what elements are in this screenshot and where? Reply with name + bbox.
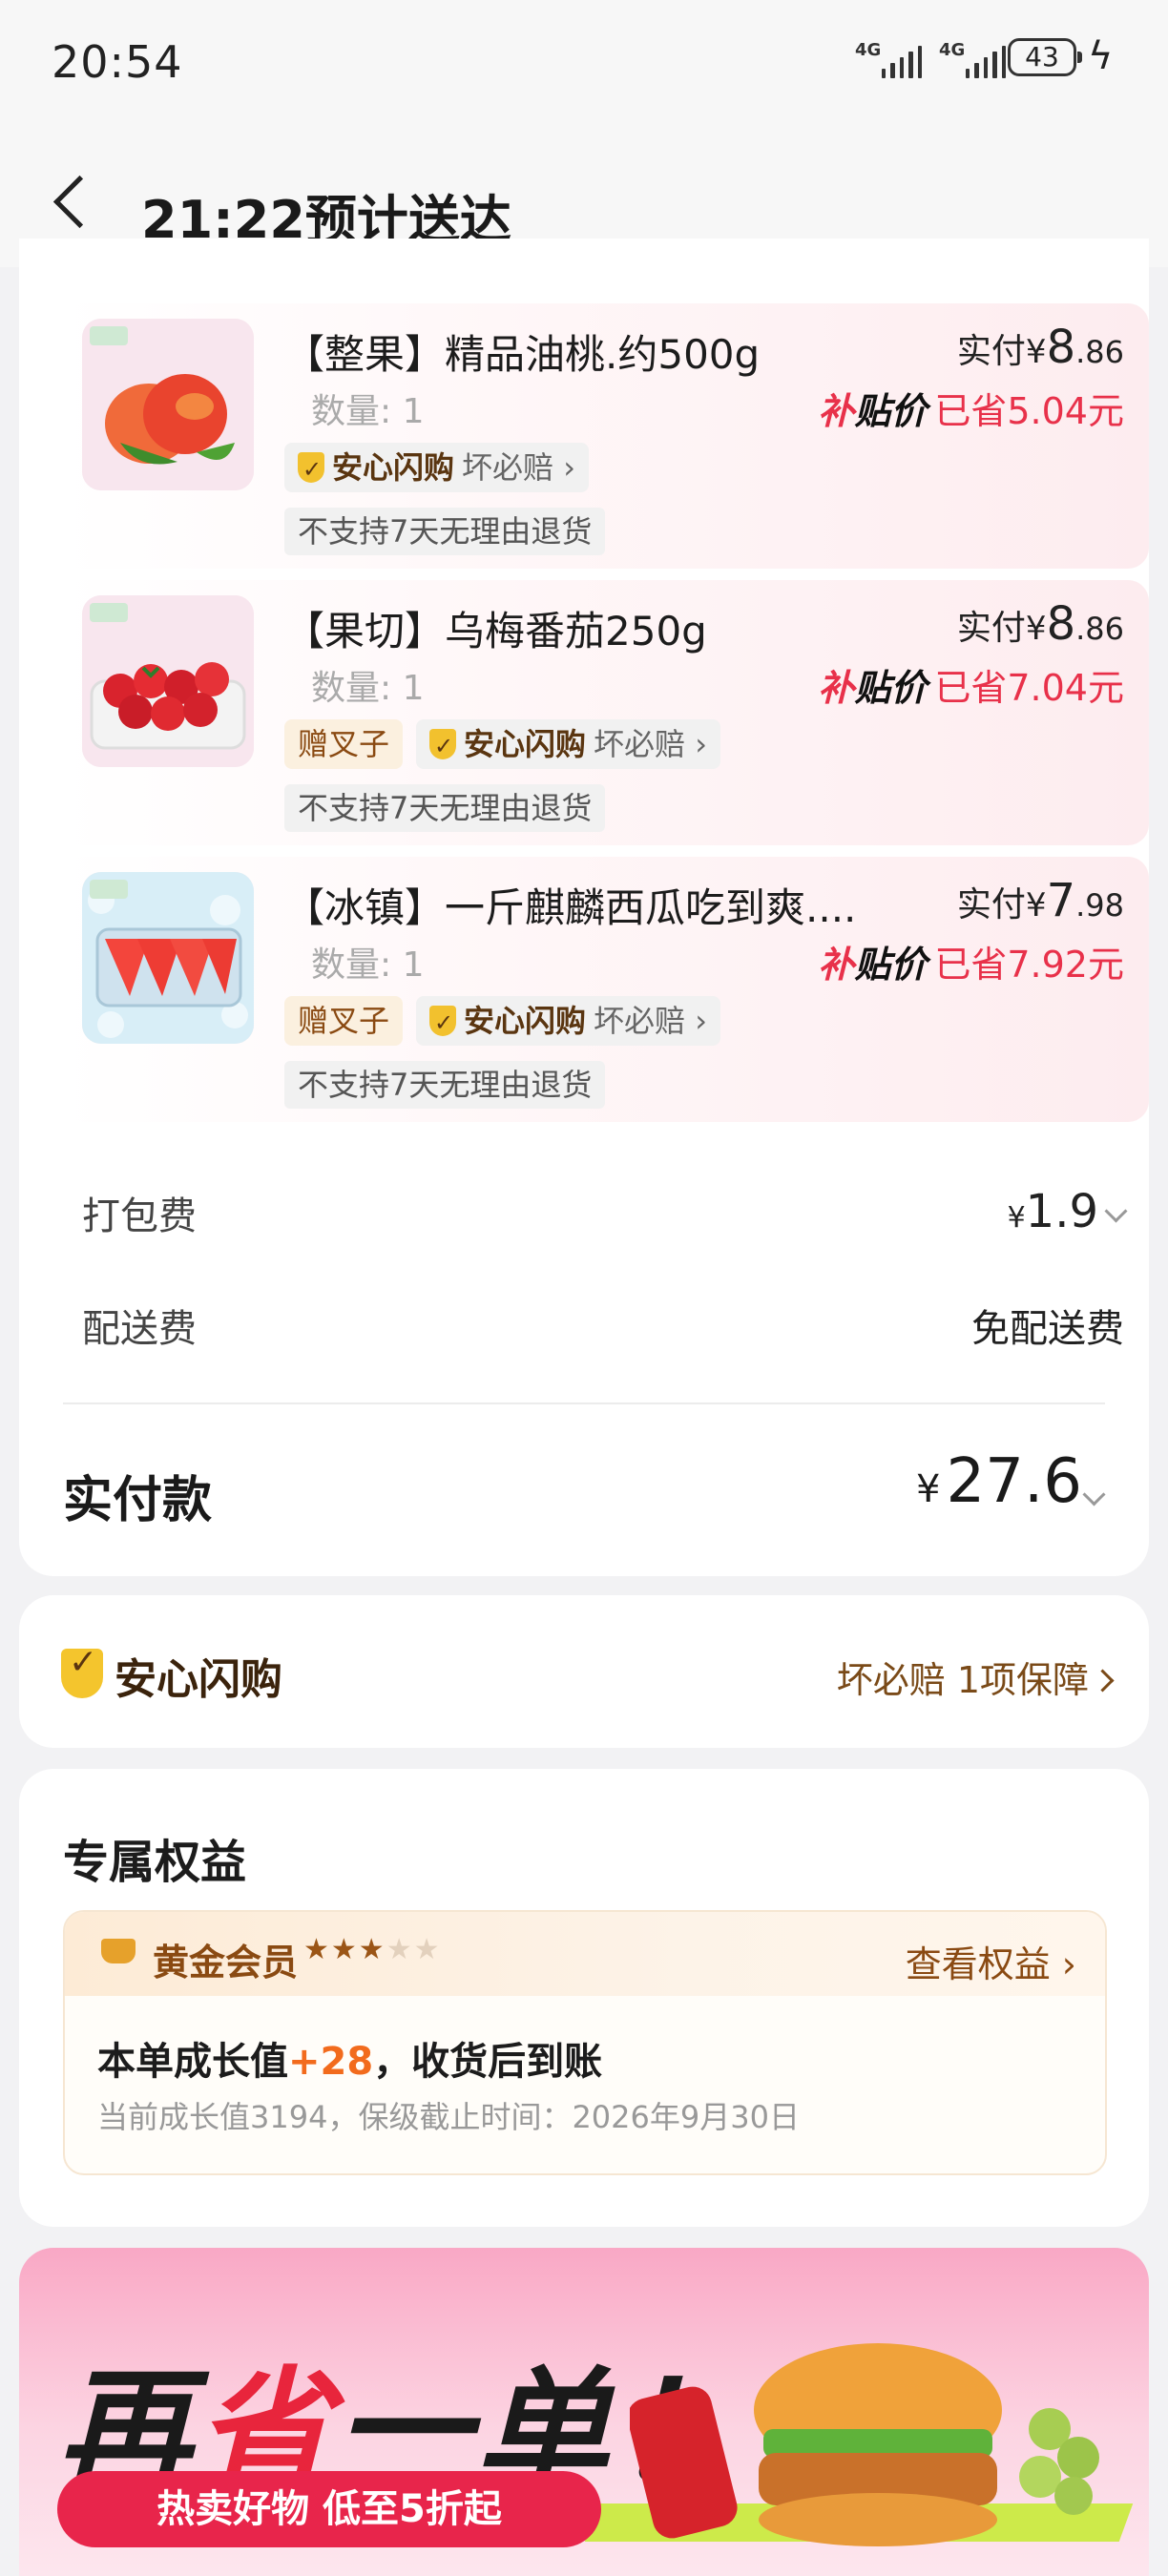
- delivery-fee-label: 配送费: [82, 1307, 197, 1351]
- member-level: 黄金会员: [153, 1942, 299, 1984]
- food-illustration: [630, 2343, 1099, 2546]
- exclusive-rights-card: 专属权益 黄金会员 ★★★★★ 查看权益 › 本单成长值+28，收货后到账 当前…: [19, 1769, 1149, 2227]
- clock: 20:54: [52, 36, 183, 88]
- subsidy-price-tag: 补贴价: [818, 390, 928, 432]
- packing-fee-row[interactable]: 打包费 ¥1.9: [82, 1185, 1128, 1240]
- subsidy-row: 补贴价 已省5.04元: [818, 390, 1124, 432]
- list-item[interactable]: 【整果】精品油桃.约500g 数量: 1 实付¥8.86 补贴价 已省5.04元 …: [61, 303, 1149, 569]
- safe-buy-title: 安心闪购: [115, 1655, 282, 1704]
- product-name: 【冰镇】一斤麒麟西瓜吃到爽....: [284, 884, 857, 931]
- growth-subtext: 当前成长值3194，保级截止时间：2026年9月30日: [97, 2099, 800, 2135]
- tag-row: 赠叉子 安心闪购 坏必赔 ›: [284, 996, 721, 1048]
- total-value[interactable]: ¥27.6: [916, 1446, 1082, 1517]
- safe-buy-guarantee[interactable]: 坏必赔 1项保障: [837, 1651, 1115, 1703]
- banner-pill[interactable]: 热卖好物 低至5折起: [57, 2471, 601, 2547]
- gold-member-panel: 黄金会员 ★★★★★ 查看权益 › 本单成长值+28，收货后到账 当前成长值31…: [63, 1910, 1107, 2175]
- gold-member-header: 黄金会员 ★★★★★ 查看权益 ›: [65, 1912, 1105, 1996]
- gift-chip: 赠叉子: [284, 719, 404, 769]
- growth-value: 本单成长值+28，收货后到账: [97, 2040, 603, 2084]
- safe-buy-chip[interactable]: 安心闪购 坏必赔 ›: [284, 443, 589, 494]
- shield-check-icon: [429, 998, 457, 1048]
- product-image-peach[interactable]: [82, 319, 254, 490]
- tag-row: 安心闪购 坏必赔 ›: [284, 443, 589, 494]
- tag-row: 赠叉子 安心闪购 坏必赔 ›: [284, 719, 721, 771]
- safe-buy-chip[interactable]: 安心闪购 坏必赔 ›: [416, 719, 721, 771]
- gift-chip: 赠叉子: [284, 996, 404, 1046]
- paid-price: 实付¥7.98: [956, 874, 1124, 927]
- paid-price: 实付¥8.86: [956, 321, 1124, 374]
- subsidy-row: 补贴价 已省7.04元: [818, 667, 1124, 709]
- section-title: 专属权益: [63, 1836, 247, 1889]
- product-image-watermelon[interactable]: [82, 872, 254, 1044]
- product-image-tomato[interactable]: [82, 595, 254, 767]
- no-return-badge: 不支持7天无理由退货: [284, 784, 606, 832]
- delivery-fee-value: 免配送费: [971, 1307, 1124, 1351]
- back-icon[interactable]: [52, 175, 107, 229]
- packing-fee-label: 打包费: [82, 1195, 197, 1238]
- shield-check-icon: [61, 1643, 103, 1698]
- view-rights-link[interactable]: 查看权益 ›: [906, 1935, 1076, 1987]
- no-return-badge: 不支持7天无理由退货: [284, 508, 606, 555]
- subsidy-price-tag: 补贴价: [818, 667, 928, 709]
- packing-fee-value: ¥1.9: [1008, 1185, 1128, 1238]
- list-item[interactable]: 【果切】乌梅番茄250g 数量: 1 实付¥8.86 补贴价 已省7.04元 赠叉…: [61, 580, 1149, 845]
- battery-icon: 43: [1008, 38, 1082, 76]
- subsidy-row: 补贴价 已省7.92元: [818, 944, 1124, 986]
- product-qty: 数量: 1: [311, 392, 425, 431]
- no-return-badge: 不支持7天无理由退货: [284, 1061, 606, 1109]
- shield-check-icon: [298, 445, 324, 494]
- member-stars: ★★★★★: [303, 1933, 442, 1966]
- list-item[interactable]: 【冰镇】一斤麒麟西瓜吃到爽.... 数量: 1 实付¥7.98 补贴价 已省7.9…: [61, 857, 1149, 1122]
- promo-banner[interactable]: 再省一单！ 热卖好物 低至5折起: [19, 2248, 1149, 2576]
- paid-price: 实付¥8.86: [956, 597, 1124, 651]
- safe-buy-chip[interactable]: 安心闪购 坏必赔 ›: [416, 996, 721, 1048]
- charging-icon: ϟ: [1088, 34, 1114, 78]
- signal-icon-2: 4G: [939, 36, 1007, 78]
- product-name: 【果切】乌梅番茄250g: [284, 608, 707, 654]
- product-name: 【整果】精品油桃.约500g: [284, 331, 761, 378]
- order-card: 【整果】精品油桃.约500g 数量: 1 实付¥8.86 补贴价 已省5.04元 …: [19, 239, 1149, 1576]
- shield-check-icon: [429, 721, 457, 771]
- delivery-fee-row: 配送费 免配送费: [82, 1298, 1124, 1353]
- chevron-down-icon: [1104, 1199, 1128, 1223]
- signal-icon: 4G: [855, 36, 923, 78]
- product-qty: 数量: 1: [311, 945, 425, 985]
- product-qty: 数量: 1: [311, 669, 425, 708]
- subsidy-price-tag: 补贴价: [818, 944, 928, 986]
- total-label: 实付款: [63, 1472, 213, 1529]
- chevron-right-icon: [1091, 1669, 1115, 1693]
- divider: [63, 1402, 1105, 1404]
- safe-buy-card[interactable]: 安心闪购 坏必赔 1项保障: [19, 1595, 1149, 1748]
- crown-icon: [101, 1939, 136, 1963]
- status-bar: 20:54 4G 4G 43 ϟ: [0, 0, 1168, 124]
